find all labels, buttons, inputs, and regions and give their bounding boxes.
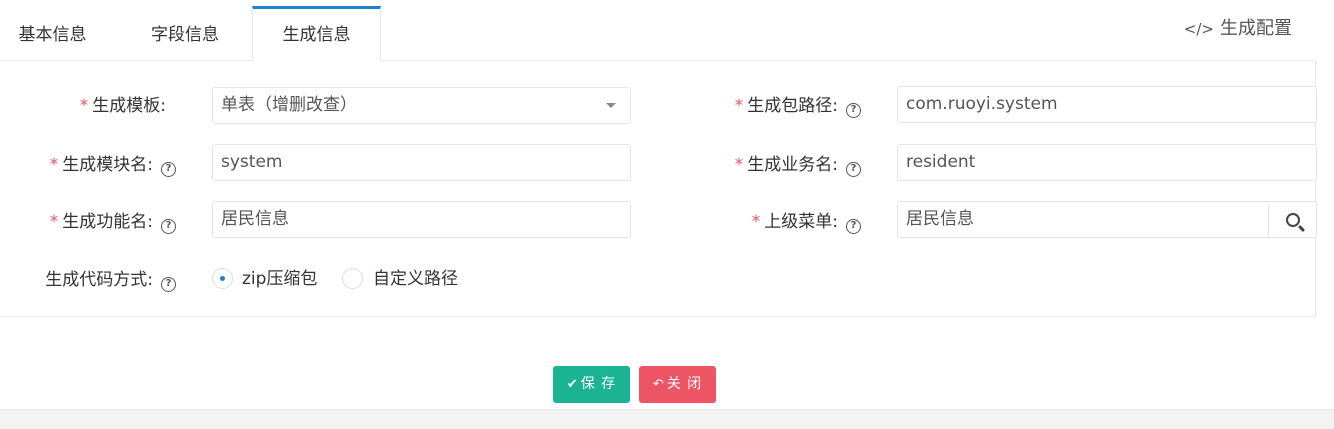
module-label: * 生成模块名:?: [40, 147, 176, 183]
help-icon[interactable]: ?: [161, 219, 176, 234]
required-mark: *: [751, 212, 761, 232]
close-button[interactable]: ↶ 关 闭: [639, 366, 716, 403]
required-mark: *: [734, 96, 744, 116]
reply-all-icon: ↶: [652, 377, 665, 392]
radio-zip-label[interactable]: zip压缩包: [242, 268, 317, 290]
parent-menu-label: * 上级菜单:?: [744, 204, 861, 240]
template-label: * 生成模板:: [74, 88, 166, 124]
package-label-text: 生成包路径:: [747, 96, 838, 116]
parent-menu-value: 居民信息: [906, 209, 974, 229]
required-mark: *: [79, 96, 89, 116]
tab-gen-info[interactable]: 生成信息: [252, 6, 381, 62]
template-select[interactable]: 单表（增删改查）: [212, 87, 631, 124]
footer-band: [0, 409, 1334, 429]
menu-search-button[interactable]: [1268, 202, 1316, 237]
check-icon: ✔: [566, 377, 579, 392]
help-icon[interactable]: ?: [161, 162, 176, 177]
save-button-label: 保 存: [580, 376, 617, 392]
template-label-text: 生成模板:: [92, 96, 166, 116]
close-button-label: 关 闭: [666, 376, 703, 392]
gen-type-label: 生成代码方式:?: [34, 262, 176, 298]
function-label: * 生成功能名:?: [40, 204, 176, 240]
help-icon[interactable]: ?: [161, 277, 176, 292]
help-icon[interactable]: ?: [846, 103, 861, 118]
required-mark: *: [49, 155, 59, 175]
radio-custom-path-label[interactable]: 自定义路径: [373, 268, 458, 290]
business-input[interactable]: resident: [897, 144, 1317, 181]
panel-title-text: 生成配置: [1220, 18, 1292, 39]
business-label: * 生成业务名:?: [726, 147, 861, 183]
radio-custom-path[interactable]: [342, 268, 363, 289]
template-select-value: 单表（增删改查）: [221, 95, 357, 115]
parent-menu-label-text: 上级菜单:: [764, 212, 838, 232]
panel-title: </> 生成配置: [1184, 14, 1292, 40]
package-input[interactable]: com.ruoyi.system: [897, 86, 1317, 123]
business-label-text: 生成业务名:: [747, 155, 838, 175]
tab-field-info[interactable]: 字段信息: [119, 6, 251, 62]
chevron-down-icon: [606, 103, 616, 108]
tab-basic-info[interactable]: 基本信息: [0, 6, 105, 62]
radio-zip[interactable]: [212, 268, 233, 289]
save-button[interactable]: ✔ 保 存: [553, 366, 630, 403]
search-icon: [1285, 212, 1300, 227]
help-icon[interactable]: ?: [846, 219, 861, 234]
gen-type-label-text: 生成代码方式:: [45, 270, 153, 290]
parent-menu-input[interactable]: 居民信息: [897, 201, 1317, 238]
function-input[interactable]: 居民信息: [212, 201, 631, 238]
package-label: * 生成包路径:?: [726, 88, 861, 124]
required-mark: *: [734, 155, 744, 175]
function-label-text: 生成功能名:: [62, 212, 153, 232]
code-icon: </>: [1183, 20, 1214, 38]
required-mark: *: [49, 212, 59, 232]
tab-bar: 基本信息 字段信息 生成信息 </> 生成配置: [0, 0, 1316, 62]
help-icon[interactable]: ?: [846, 162, 861, 177]
gen-info-page: 基本信息 字段信息 生成信息 </> 生成配置 * 生成模板: 单表（增删改查） *…: [0, 0, 1334, 429]
panel-divider: [0, 316, 1316, 317]
module-label-text: 生成模块名:: [62, 155, 153, 175]
module-input[interactable]: system: [212, 144, 631, 181]
